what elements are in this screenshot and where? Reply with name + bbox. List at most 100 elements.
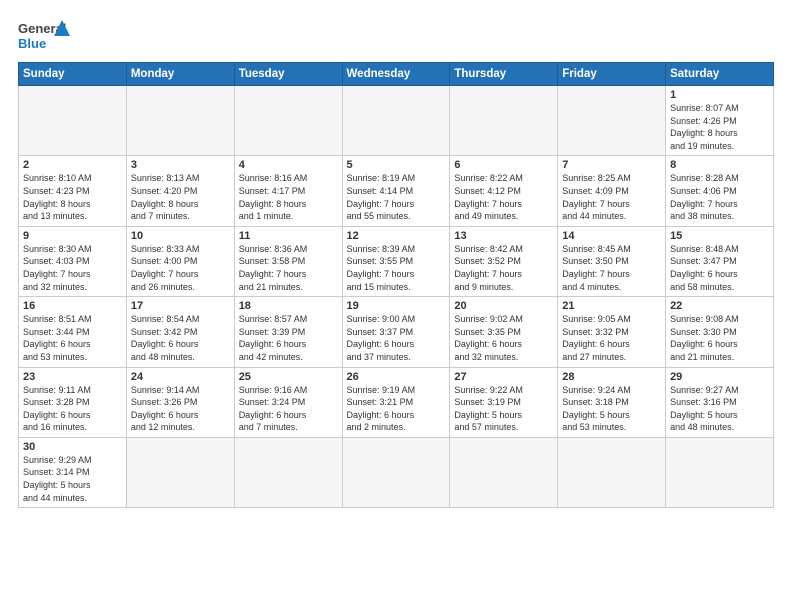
weekday-header-tuesday: Tuesday [234,63,342,86]
calendar-day-cell: 3Sunrise: 8:13 AM Sunset: 4:20 PM Daylig… [126,156,234,226]
day-number: 23 [23,371,122,383]
day-number: 14 [562,230,661,242]
day-info: Sunrise: 8:16 AM Sunset: 4:17 PM Dayligh… [239,172,338,222]
calendar-day-cell: 1Sunrise: 8:07 AM Sunset: 4:26 PM Daylig… [666,86,774,156]
day-info: Sunrise: 8:54 AM Sunset: 3:42 PM Dayligh… [131,313,230,363]
day-info: Sunrise: 9:29 AM Sunset: 3:14 PM Dayligh… [23,454,122,504]
calendar-day-cell: 18Sunrise: 8:57 AM Sunset: 3:39 PM Dayli… [234,297,342,367]
calendar-day-cell [558,86,666,156]
day-number: 20 [454,300,553,312]
day-info: Sunrise: 8:57 AM Sunset: 3:39 PM Dayligh… [239,313,338,363]
calendar-day-cell: 28Sunrise: 9:24 AM Sunset: 3:18 PM Dayli… [558,367,666,437]
day-info: Sunrise: 9:02 AM Sunset: 3:35 PM Dayligh… [454,313,553,363]
day-info: Sunrise: 8:10 AM Sunset: 4:23 PM Dayligh… [23,172,122,222]
day-number: 15 [670,230,769,242]
day-number: 5 [347,159,446,171]
calendar-day-cell: 26Sunrise: 9:19 AM Sunset: 3:21 PM Dayli… [342,367,450,437]
calendar-day-cell [666,437,774,507]
calendar-day-cell: 15Sunrise: 8:48 AM Sunset: 3:47 PM Dayli… [666,226,774,296]
calendar-day-cell: 9Sunrise: 8:30 AM Sunset: 4:03 PM Daylig… [19,226,127,296]
day-info: Sunrise: 8:22 AM Sunset: 4:12 PM Dayligh… [454,172,553,222]
logo: General Blue [18,18,70,54]
day-number: 26 [347,371,446,383]
weekday-header-sunday: Sunday [19,63,127,86]
calendar-day-cell: 23Sunrise: 9:11 AM Sunset: 3:28 PM Dayli… [19,367,127,437]
calendar-week-row: 1Sunrise: 8:07 AM Sunset: 4:26 PM Daylig… [19,86,774,156]
weekday-header-friday: Friday [558,63,666,86]
day-number: 17 [131,300,230,312]
day-number: 4 [239,159,338,171]
calendar-day-cell: 22Sunrise: 9:08 AM Sunset: 3:30 PM Dayli… [666,297,774,367]
day-number: 9 [23,230,122,242]
day-number: 10 [131,230,230,242]
day-number: 28 [562,371,661,383]
day-number: 16 [23,300,122,312]
generalblue-logo-icon: General Blue [18,18,70,54]
calendar-day-cell: 12Sunrise: 8:39 AM Sunset: 3:55 PM Dayli… [342,226,450,296]
day-number: 3 [131,159,230,171]
day-info: Sunrise: 8:13 AM Sunset: 4:20 PM Dayligh… [131,172,230,222]
day-number: 30 [23,441,122,453]
calendar-day-cell: 5Sunrise: 8:19 AM Sunset: 4:14 PM Daylig… [342,156,450,226]
calendar-day-cell [450,86,558,156]
day-number: 6 [454,159,553,171]
calendar-day-cell [342,86,450,156]
day-number: 12 [347,230,446,242]
weekday-header-row: SundayMondayTuesdayWednesdayThursdayFrid… [19,63,774,86]
day-info: Sunrise: 9:08 AM Sunset: 3:30 PM Dayligh… [670,313,769,363]
calendar-day-cell [234,86,342,156]
calendar-day-cell: 24Sunrise: 9:14 AM Sunset: 3:26 PM Dayli… [126,367,234,437]
calendar-day-cell [450,437,558,507]
calendar-week-row: 2Sunrise: 8:10 AM Sunset: 4:23 PM Daylig… [19,156,774,226]
day-number: 21 [562,300,661,312]
calendar-day-cell: 16Sunrise: 8:51 AM Sunset: 3:44 PM Dayli… [19,297,127,367]
calendar-day-cell: 27Sunrise: 9:22 AM Sunset: 3:19 PM Dayli… [450,367,558,437]
calendar-week-row: 23Sunrise: 9:11 AM Sunset: 3:28 PM Dayli… [19,367,774,437]
day-number: 19 [347,300,446,312]
calendar-day-cell: 2Sunrise: 8:10 AM Sunset: 4:23 PM Daylig… [19,156,127,226]
day-number: 24 [131,371,230,383]
calendar-day-cell: 13Sunrise: 8:42 AM Sunset: 3:52 PM Dayli… [450,226,558,296]
day-number: 18 [239,300,338,312]
calendar-day-cell [126,437,234,507]
day-info: Sunrise: 8:48 AM Sunset: 3:47 PM Dayligh… [670,243,769,293]
calendar-day-cell: 21Sunrise: 9:05 AM Sunset: 3:32 PM Dayli… [558,297,666,367]
day-info: Sunrise: 9:11 AM Sunset: 3:28 PM Dayligh… [23,384,122,434]
day-number: 11 [239,230,338,242]
day-info: Sunrise: 8:25 AM Sunset: 4:09 PM Dayligh… [562,172,661,222]
weekday-header-wednesday: Wednesday [342,63,450,86]
calendar-week-row: 30Sunrise: 9:29 AM Sunset: 3:14 PM Dayli… [19,437,774,507]
day-number: 8 [670,159,769,171]
calendar-day-cell [234,437,342,507]
weekday-header-saturday: Saturday [666,63,774,86]
calendar-day-cell: 4Sunrise: 8:16 AM Sunset: 4:17 PM Daylig… [234,156,342,226]
calendar-table: SundayMondayTuesdayWednesdayThursdayFrid… [18,62,774,508]
day-info: Sunrise: 8:30 AM Sunset: 4:03 PM Dayligh… [23,243,122,293]
calendar-day-cell [342,437,450,507]
day-info: Sunrise: 9:24 AM Sunset: 3:18 PM Dayligh… [562,384,661,434]
calendar-day-cell [558,437,666,507]
day-info: Sunrise: 8:36 AM Sunset: 3:58 PM Dayligh… [239,243,338,293]
day-info: Sunrise: 9:05 AM Sunset: 3:32 PM Dayligh… [562,313,661,363]
header: General Blue [18,18,774,54]
calendar-day-cell: 17Sunrise: 8:54 AM Sunset: 3:42 PM Dayli… [126,297,234,367]
day-info: Sunrise: 9:27 AM Sunset: 3:16 PM Dayligh… [670,384,769,434]
day-number: 2 [23,159,122,171]
day-number: 29 [670,371,769,383]
day-number: 25 [239,371,338,383]
calendar-day-cell: 20Sunrise: 9:02 AM Sunset: 3:35 PM Dayli… [450,297,558,367]
day-info: Sunrise: 8:51 AM Sunset: 3:44 PM Dayligh… [23,313,122,363]
day-info: Sunrise: 9:19 AM Sunset: 3:21 PM Dayligh… [347,384,446,434]
calendar-day-cell: 25Sunrise: 9:16 AM Sunset: 3:24 PM Dayli… [234,367,342,437]
day-info: Sunrise: 8:19 AM Sunset: 4:14 PM Dayligh… [347,172,446,222]
day-info: Sunrise: 8:07 AM Sunset: 4:26 PM Dayligh… [670,102,769,152]
calendar-day-cell: 11Sunrise: 8:36 AM Sunset: 3:58 PM Dayli… [234,226,342,296]
svg-text:Blue: Blue [18,36,46,51]
day-number: 22 [670,300,769,312]
calendar-week-row: 16Sunrise: 8:51 AM Sunset: 3:44 PM Dayli… [19,297,774,367]
calendar-day-cell [19,86,127,156]
day-info: Sunrise: 8:33 AM Sunset: 4:00 PM Dayligh… [131,243,230,293]
calendar-day-cell: 30Sunrise: 9:29 AM Sunset: 3:14 PM Dayli… [19,437,127,507]
weekday-header-monday: Monday [126,63,234,86]
calendar-day-cell: 14Sunrise: 8:45 AM Sunset: 3:50 PM Dayli… [558,226,666,296]
